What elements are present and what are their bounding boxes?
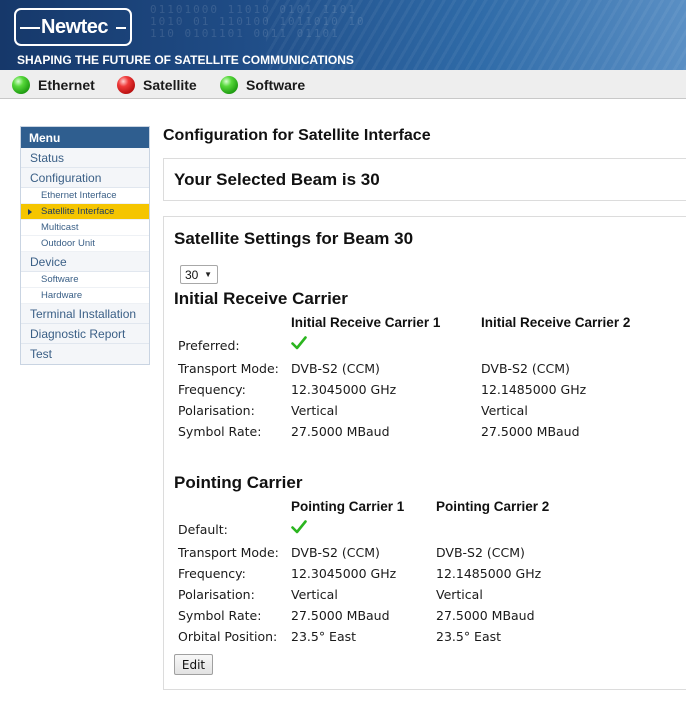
receive-frequency-value-1: 12.3045000 GHz (291, 382, 397, 397)
orbital-position-label: Orbital Position: (178, 629, 278, 644)
preferred-label: Preferred: (178, 338, 240, 353)
receive-polarisation-value-2: Vertical (481, 403, 528, 418)
logo-line-right (116, 27, 126, 29)
pointing-carrier-title: Pointing Carrier (174, 473, 303, 492)
logo-line-left (20, 27, 40, 29)
sidebar-menu: Menu Status Configuration Ethernet Inter… (20, 126, 150, 365)
selected-beam-text: Your Selected Beam is 30 (174, 170, 380, 189)
status-led-green-icon (220, 76, 238, 94)
default-label: Default: (178, 522, 228, 537)
status-led-red-icon (117, 76, 135, 94)
sidebar-subitem-ethernet-interface[interactable]: Ethernet Interface (21, 188, 149, 204)
sidebar-subitem-outdoor-unit[interactable]: Outdoor Unit (21, 236, 149, 252)
dropdown-arrow-icon: ▼ (204, 270, 212, 279)
beam-select[interactable]: 30 ▼ (180, 265, 218, 284)
pointing-col-header-1: Pointing Carrier 1 (291, 499, 405, 514)
header-banner: 01101000 11010 0101 1101 1010 01 110100 1… (0, 0, 686, 70)
status-bar: Ethernet Satellite Software (0, 70, 686, 99)
edit-button[interactable]: Edit (174, 654, 213, 675)
receive-polarisation-value-1: Vertical (291, 403, 338, 418)
status-led-green-icon (12, 76, 30, 94)
receive-symbol-rate-label: Symbol Rate: (178, 424, 262, 439)
sidebar-subitem-multicast[interactable]: Multicast (21, 220, 149, 236)
tagline: SHAPING THE FUTURE OF SATELLITE COMMUNIC… (17, 53, 354, 67)
pointing-frequency-value-1: 12.3045000 GHz (291, 566, 397, 581)
pointing-frequency-value-2: 12.1485000 GHz (436, 566, 542, 581)
receive-transport-value-1: DVB-S2 (CCM) (291, 361, 380, 376)
receive-col-header-2: Initial Receive Carrier 2 (481, 315, 631, 330)
pointing-transport-value-2: DVB-S2 (CCM) (436, 545, 525, 560)
newtec-logo[interactable]: Newtec (14, 8, 132, 46)
pointing-frequency-label: Frequency: (178, 566, 246, 581)
receive-polarisation-label: Polarisation: (178, 403, 255, 418)
sidebar-item-device[interactable]: Device (21, 252, 149, 272)
status-label: Ethernet (38, 77, 95, 93)
selected-beam-panel: Your Selected Beam is 30 (163, 158, 686, 201)
satellite-settings-panel: Satellite Settings for Beam 30 30 ▼ Init… (163, 216, 686, 690)
sidebar-subitem-software[interactable]: Software (21, 272, 149, 288)
banner-digits-decoration: 01101000 11010 0101 1101 1010 01 110100 1… (150, 3, 366, 40)
receive-transport-value-2: DVB-S2 (CCM) (481, 361, 570, 376)
sidebar-item-configuration[interactable]: Configuration (21, 168, 149, 188)
pointing-transport-label: Transport Mode: (178, 545, 279, 560)
pointing-polarisation-value-1: Vertical (291, 587, 338, 602)
settings-title: Satellite Settings for Beam 30 (174, 229, 414, 248)
checkmark-icon (291, 336, 307, 350)
sidebar-subitem-satellite-interface[interactable]: Satellite Interface (21, 204, 149, 220)
beam-select-value: 30 (185, 268, 199, 282)
status-label: Satellite (143, 77, 197, 93)
status-software: Software (220, 75, 305, 95)
status-label: Software (246, 77, 306, 93)
receive-frequency-label: Frequency: (178, 382, 246, 397)
receive-carrier-title: Initial Receive Carrier (174, 289, 348, 308)
receive-col-header-1: Initial Receive Carrier 1 (291, 315, 441, 330)
sidebar-subitem-label: Satellite Interface (41, 206, 115, 217)
menu-title: Menu (21, 127, 149, 148)
orbital-position-value-1: 23.5° East (291, 629, 357, 644)
pointing-symbol-rate-value-2: 27.5000 MBaud (436, 608, 535, 623)
receive-frequency-value-2: 12.1485000 GHz (481, 382, 587, 397)
sidebar-item-diagnostic-report[interactable]: Diagnostic Report (21, 324, 149, 344)
checkmark-icon (291, 520, 307, 534)
receive-transport-label: Transport Mode: (178, 361, 279, 376)
pointing-polarisation-label: Polarisation: (178, 587, 255, 602)
receive-symbol-rate-value-2: 27.5000 MBaud (481, 424, 580, 439)
active-arrow-icon (28, 209, 32, 215)
sidebar-item-terminal-installation[interactable]: Terminal Installation (21, 304, 149, 324)
pointing-polarisation-value-2: Vertical (436, 587, 483, 602)
page-title: Configuration for Satellite Interface (163, 127, 431, 144)
pointing-transport-value-1: DVB-S2 (CCM) (291, 545, 380, 560)
pointing-symbol-rate-value-1: 27.5000 MBaud (291, 608, 390, 623)
receive-symbol-rate-value-1: 27.5000 MBaud (291, 424, 390, 439)
sidebar-item-test[interactable]: Test (21, 344, 149, 364)
status-ethernet: Ethernet (12, 75, 95, 95)
sidebar-item-status[interactable]: Status (21, 148, 149, 168)
pointing-col-header-2: Pointing Carrier 2 (436, 499, 550, 514)
sidebar-subitem-hardware[interactable]: Hardware (21, 288, 149, 304)
orbital-position-value-2: 23.5° East (436, 629, 502, 644)
status-satellite: Satellite (117, 75, 197, 95)
pointing-symbol-rate-label: Symbol Rate: (178, 608, 262, 623)
logo-text: Newtec (41, 16, 109, 38)
